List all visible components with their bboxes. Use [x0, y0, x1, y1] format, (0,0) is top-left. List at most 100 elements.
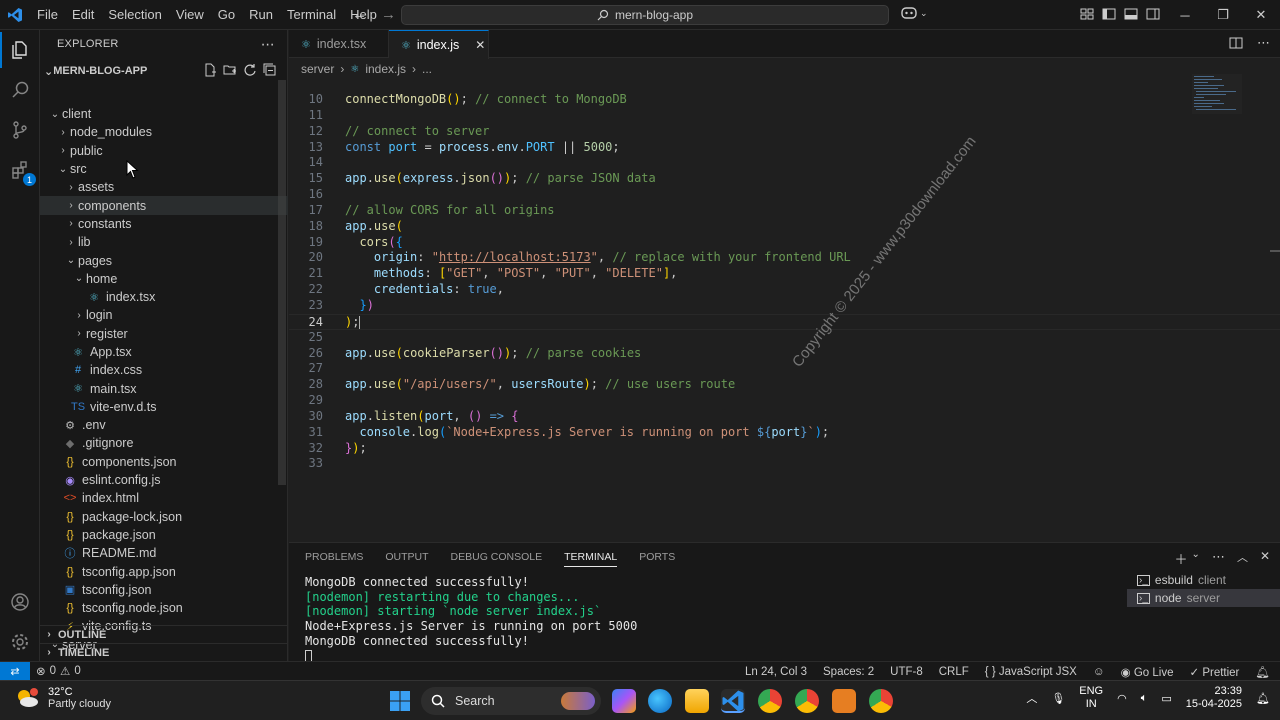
restore-icon[interactable]: ❐: [1204, 0, 1242, 30]
tree-item[interactable]: › public: [40, 142, 288, 160]
code-line[interactable]: 16: [289, 187, 1280, 203]
notifications-icon[interactable]: 🔔︎: [1256, 692, 1270, 705]
copilot-button[interactable]: ⌄: [900, 6, 928, 20]
code-line[interactable]: 23 }): [289, 298, 1280, 314]
tree-item[interactable]: ◉ eslint.config.js: [40, 471, 288, 489]
toggle-panel-icon[interactable]: [1124, 7, 1138, 21]
edge-browser-icon[interactable]: [648, 689, 672, 713]
toggle-primary-sidebar-icon[interactable]: [1102, 7, 1116, 21]
new-folder-icon[interactable]: [223, 63, 237, 77]
code-line[interactable]: 30 app.listen(port, () => {: [289, 409, 1280, 425]
chrome-profile-icon[interactable]: [795, 689, 819, 713]
outline-section[interactable]: › OUTLINE: [40, 625, 288, 643]
menu-view[interactable]: View: [169, 7, 211, 22]
tree-item[interactable]: ⌄ home: [40, 270, 288, 288]
split-editor-icon[interactable]: [1229, 36, 1243, 50]
code-editor[interactable]: 10 connectMongoDB(); // connect to MongoD…: [289, 92, 1280, 472]
breadcrumb-symbol[interactable]: ...: [422, 62, 432, 76]
microphone-icon[interactable]: 🎙︎: [1051, 692, 1065, 705]
code-line[interactable]: 28 app.use("/api/users/", usersRoute); //…: [289, 377, 1280, 393]
tree-item[interactable]: › node_modules: [40, 123, 288, 141]
problems-status[interactable]: ⊗ 0 ⚠ 0: [30, 664, 81, 678]
code-line[interactable]: 32});: [289, 441, 1280, 457]
go-live-button[interactable]: ◉ Go Live: [1121, 665, 1174, 679]
code-line[interactable]: 27: [289, 361, 1280, 377]
layout-customize-icon[interactable]: [1080, 7, 1094, 21]
tree-item[interactable]: › assets: [40, 178, 288, 196]
collapse-all-icon[interactable]: [263, 63, 277, 77]
breadcrumb-file[interactable]: index.js: [365, 62, 406, 76]
close-tab-icon[interactable]: ✕: [475, 38, 485, 52]
weather-widget[interactable]: 32°C Partly cloudy: [14, 686, 111, 710]
accounts-activity[interactable]: [0, 582, 40, 622]
tree-item[interactable]: › constants: [40, 215, 288, 233]
menu-selection[interactable]: Selection: [101, 7, 168, 22]
tree-item[interactable]: ▣ tsconfig.json: [40, 581, 288, 599]
windows-start-icon[interactable]: [389, 690, 411, 712]
minimize-icon[interactable]: ─: [1166, 0, 1204, 30]
tree-item[interactable]: ◆ .gitignore: [40, 434, 288, 452]
code-line[interactable]: 13 const port = process.env.PORT || 5000;: [289, 140, 1280, 156]
project-root[interactable]: ⌄ MERN-BLOG-APP: [40, 60, 287, 82]
input-language[interactable]: ENG IN: [1079, 685, 1103, 711]
tree-item[interactable]: ⓘ README.md: [40, 544, 288, 562]
tab-debug-console[interactable]: DEBUG CONSOLE: [451, 551, 543, 563]
menu-go[interactable]: Go: [211, 7, 242, 22]
code-line[interactable]: 19 cors({: [289, 235, 1280, 251]
terminal-item-esbuild[interactable]: ›_ esbuild client: [1127, 571, 1280, 589]
tree-item[interactable]: {} tsconfig.node.json: [40, 599, 288, 617]
terminal-output[interactable]: MongoDB connected successfully! [nodemon]…: [305, 575, 637, 663]
extensions-activity[interactable]: 1: [0, 150, 40, 190]
code-line[interactable]: 24);: [289, 313, 1280, 330]
menu-run[interactable]: Run: [242, 7, 280, 22]
tree-item[interactable]: ⚛ main.tsx: [40, 379, 288, 397]
breadcrumb-folder[interactable]: server: [301, 62, 334, 76]
tree-item[interactable]: › login: [40, 306, 288, 324]
code-line[interactable]: 15 app.use(express.json()); // parse JSON…: [289, 171, 1280, 187]
tab-terminal[interactable]: TERMINAL: [564, 551, 618, 567]
tree-item[interactable]: ⚛ App.tsx: [40, 343, 288, 361]
tree-item[interactable]: ⚛ index.tsx: [40, 288, 288, 306]
tree-item[interactable]: {} components.json: [40, 453, 288, 471]
battery-icon[interactable]: ▭: [1161, 692, 1171, 705]
timeline-section[interactable]: › TIMELINE: [40, 643, 288, 661]
encoding[interactable]: UTF-8: [890, 666, 923, 678]
tree-item[interactable]: › register: [40, 325, 288, 343]
code-line[interactable]: 21 methods: ["GET", "POST", "PUT", "DELE…: [289, 266, 1280, 282]
code-line[interactable]: 17 // allow CORS for all origins: [289, 203, 1280, 219]
code-line[interactable]: 11: [289, 108, 1280, 124]
manage-activity[interactable]: [0, 622, 40, 662]
menu-file[interactable]: File: [30, 7, 65, 22]
language-mode[interactable]: { } JavaScript JSX: [985, 666, 1077, 678]
tree-item[interactable]: ⚙ .env: [40, 416, 288, 434]
vscode-taskbar-icon[interactable]: [721, 689, 745, 713]
tree-item[interactable]: <> index.html: [40, 489, 288, 507]
taskbar-search[interactable]: Search: [421, 687, 601, 715]
refresh-icon[interactable]: [243, 63, 257, 77]
sidebar-scrollbar[interactable]: [278, 80, 286, 485]
tree-item[interactable]: # index.css: [40, 361, 288, 379]
more-actions-icon[interactable]: ⋯: [1212, 549, 1225, 568]
tree-item[interactable]: ⌄ src: [40, 160, 288, 178]
remote-indicator[interactable]: ⇄: [0, 661, 30, 681]
terminal-item-node[interactable]: ›_ node server: [1127, 589, 1280, 607]
code-line[interactable]: 12 // connect to server: [289, 124, 1280, 140]
new-terminal-icon[interactable]: ＋: [1175, 549, 1188, 568]
tab-output[interactable]: OUTPUT: [385, 551, 428, 563]
chevron-up-icon[interactable]: ︿: [1026, 690, 1037, 706]
search-activity[interactable]: [0, 70, 40, 110]
chrome-icon[interactable]: [758, 689, 782, 713]
tab-index-js[interactable]: ⚛ index.js ✕: [389, 30, 489, 59]
source-control-activity[interactable]: [0, 110, 40, 150]
line-ending[interactable]: CRLF: [939, 666, 969, 678]
clock[interactable]: 23:39 15-04-2025: [1186, 685, 1242, 711]
prettier-button[interactable]: ✓ Prettier: [1189, 665, 1239, 679]
copilot-status-icon[interactable]: ☺: [1093, 666, 1105, 678]
more-actions-icon[interactable]: ⋯: [261, 36, 275, 53]
close-panel-icon[interactable]: ✕: [1260, 549, 1270, 568]
code-line[interactable]: 26 app.use(cookieParser()); // parse cook…: [289, 346, 1280, 362]
tree-item[interactable]: {} package.json: [40, 526, 288, 544]
tree-item[interactable]: {} tsconfig.app.json: [40, 562, 288, 580]
explorer-activity[interactable]: [0, 30, 40, 70]
code-line[interactable]: 20 origin: "http://localhost:5173", // r…: [289, 250, 1280, 266]
